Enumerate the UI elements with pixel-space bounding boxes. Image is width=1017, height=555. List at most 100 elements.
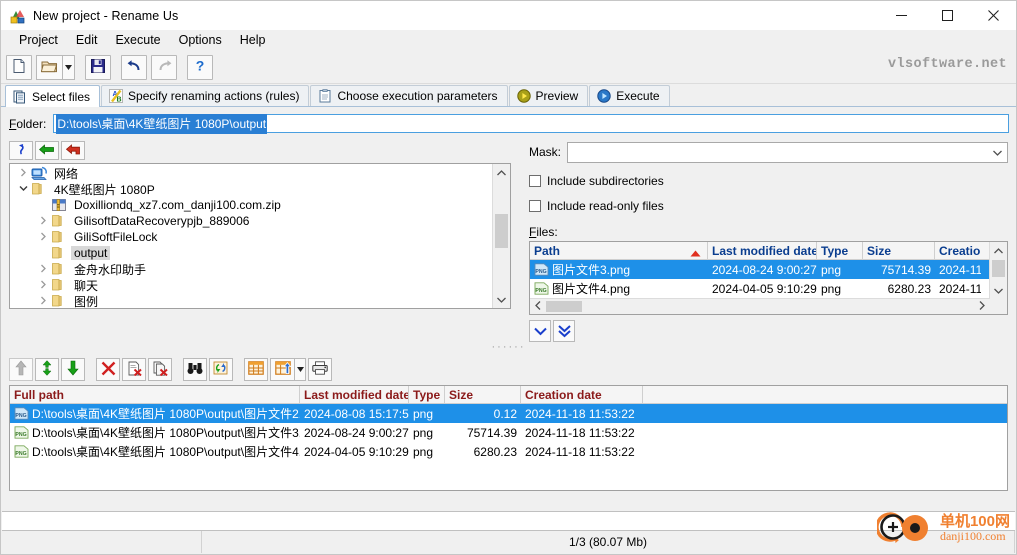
main-column-type[interactable]: Type xyxy=(409,386,445,403)
tab-execution-parameters[interactable]: Choose execution parameters xyxy=(310,85,508,106)
tree-scroll-up-arrow[interactable] xyxy=(493,164,510,181)
remove-file-button[interactable] xyxy=(122,358,146,381)
files-row[interactable]: PNG 图片文件4.png 2024-04-05 9:10:29 png 6280.23… xyxy=(530,279,1007,298)
open-project-button[interactable] xyxy=(36,54,62,80)
main-column-fullpath[interactable]: Full path xyxy=(10,386,300,403)
status-left xyxy=(2,531,202,553)
files-column-type[interactable]: Type xyxy=(817,242,863,259)
add-all-button[interactable] xyxy=(553,320,575,342)
execute-play-icon xyxy=(597,89,611,103)
close-button[interactable] xyxy=(970,1,1016,30)
tree-scroll-thumb[interactable] xyxy=(495,214,508,248)
new-document-icon xyxy=(11,58,27,77)
menu-item-project[interactable]: Project xyxy=(10,31,67,50)
go-forward-button[interactable] xyxy=(61,141,85,160)
include-subdirectories-checkbox[interactable] xyxy=(529,175,541,187)
main-cell-fullpath-text: D:\tools\桌面\4K壁纸图片 1080P\output\图片文件4. xyxy=(32,445,300,459)
refresh-button[interactable] xyxy=(209,358,233,381)
add-selected-button[interactable] xyxy=(529,320,551,342)
help-button[interactable]: ? xyxy=(187,54,213,80)
export-dropdown-arrow[interactable] xyxy=(294,358,306,381)
search-button[interactable] xyxy=(183,358,207,381)
print-button[interactable] xyxy=(308,358,332,381)
chevron-right-icon[interactable] xyxy=(16,168,31,179)
files-horizontal-scrollbar[interactable] xyxy=(530,298,1007,314)
files-column-created[interactable]: Creatio xyxy=(935,242,981,259)
chevron-down-icon[interactable] xyxy=(16,184,31,194)
chevron-right-icon[interactable] xyxy=(36,216,51,227)
main-cell-fullpath: PNG D:\tools\桌面\4K壁纸图片 1080P\output\图片文件4… xyxy=(10,442,300,461)
tab-execute[interactable]: Execute xyxy=(589,85,670,106)
go-back-button[interactable] xyxy=(35,141,59,160)
tab-select-files[interactable]: Select files xyxy=(5,85,101,107)
chevron-right-icon[interactable] xyxy=(36,280,51,291)
files-scroll-up-arrow[interactable] xyxy=(990,242,1007,259)
files-vertical-scrollbar[interactable] xyxy=(989,242,1007,299)
table-view-button[interactable] xyxy=(244,358,268,381)
files-row[interactable]: PNG 图片文件3.png 2024-08-24 9:00:27 png 75714.3… xyxy=(530,260,1007,279)
open-project-dropdown-arrow[interactable] xyxy=(62,54,75,80)
chevron-right-icon[interactable] xyxy=(36,264,51,275)
files-grid[interactable]: Path Last modified date Type Size Creati… xyxy=(529,241,1008,315)
files-scroll-down-arrow[interactable] xyxy=(990,282,1007,299)
main-column-size[interactable]: Size xyxy=(445,386,521,403)
main-column-created[interactable]: Creation date xyxy=(521,386,643,403)
tab-specify-rules[interactable]: A B Specify renaming actions (rules) xyxy=(101,85,310,106)
tree-item-2[interactable]: Doxilliondq_xz7.com_danji100.com.zip xyxy=(10,197,493,213)
include-readonly-checkbox[interactable] xyxy=(529,200,541,212)
redo-arrow-icon xyxy=(156,59,173,76)
menu-item-options[interactable]: Options xyxy=(170,31,231,50)
files-cell-modified: 2024-04-05 9:10:29 xyxy=(712,281,817,296)
tree-item-7[interactable]: 聊天 xyxy=(10,277,493,293)
tree-item-0[interactable]: 网络 xyxy=(10,165,493,181)
files-vscroll-thumb[interactable] xyxy=(992,260,1005,277)
main-list-row[interactable]: PNG D:\tools\桌面\4K壁纸图片 1080P\output\图片文件4… xyxy=(10,442,1007,461)
tree-item-5[interactable]: output xyxy=(10,245,493,261)
include-subdirectories-label: Include subdirectories xyxy=(547,174,664,188)
files-hscroll-thumb[interactable] xyxy=(546,301,582,312)
include-subdirectories-row[interactable]: Include subdirectories xyxy=(529,174,1008,188)
move-updown-button[interactable] xyxy=(35,358,59,381)
main-list-rows: PNG D:\tools\桌面\4K壁纸图片 1080P\output\图片文件2… xyxy=(10,404,1007,461)
tree-item-4[interactable]: GiliSoftFileLock xyxy=(10,229,493,245)
menu-item-execute[interactable]: Execute xyxy=(106,31,169,50)
main-column-modified[interactable]: Last modified date xyxy=(300,386,409,403)
files-scroll-left-arrow[interactable] xyxy=(530,301,545,312)
tree-item-8[interactable]: 图例 xyxy=(10,293,493,308)
mask-combobox[interactable] xyxy=(567,142,1008,163)
move-down-button[interactable] xyxy=(61,358,85,381)
folder-tree[interactable]: 网络 4K壁纸图片 1080P Doxilliondq_xz7.com_danji1… xyxy=(9,163,511,309)
tree-item-1[interactable]: 4K壁纸图片 1080P xyxy=(10,181,493,197)
remove-files-button[interactable] xyxy=(148,358,172,381)
chevron-right-icon[interactable] xyxy=(36,232,51,243)
tree-vertical-scrollbar[interactable] xyxy=(492,164,510,308)
tree-scroll-down-arrow[interactable] xyxy=(493,291,510,308)
export-button[interactable] xyxy=(270,358,294,381)
tree-item-3[interactable]: GilisoftDataRecoverypjb_889006 xyxy=(10,213,493,229)
menu-item-edit[interactable]: Edit xyxy=(67,31,107,50)
maximize-button[interactable] xyxy=(924,1,970,30)
main-list-row[interactable]: PNG D:\tools\桌面\4K壁纸图片 1080P\output\图片文件3… xyxy=(10,423,1007,442)
chevron-right-icon[interactable] xyxy=(36,296,51,307)
minimize-button[interactable] xyxy=(878,1,924,30)
remove-all-button[interactable] xyxy=(96,358,120,381)
save-project-button[interactable] xyxy=(85,54,111,80)
pane-splitter-handle[interactable]: ······ xyxy=(1,342,1016,354)
main-list-row[interactable]: PNG D:\tools\桌面\4K壁纸图片 1080P\output\图片文件2… xyxy=(10,404,1007,423)
tree-item-label: GiliSoftFileLock xyxy=(74,230,158,244)
files-column-path[interactable]: Path xyxy=(530,242,708,259)
folder-input[interactable]: D:\tools\桌面\4K壁纸图片 1080P\output xyxy=(53,113,1009,134)
main-file-list[interactable]: Full path Last modified date Type Size C… xyxy=(9,385,1008,491)
go-up-button[interactable] xyxy=(9,141,33,160)
main-cell-fullpath: PNG D:\tools\桌面\4K壁纸图片 1080P\output\图片文件3… xyxy=(10,423,300,442)
new-project-button[interactable] xyxy=(6,54,32,80)
panes-container: 网络 4K壁纸图片 1080P Doxilliondq_xz7.com_danji1… xyxy=(1,137,1016,342)
files-column-size[interactable]: Size xyxy=(863,242,935,259)
tree-item-6[interactable]: 金舟水印助手 xyxy=(10,261,493,277)
menu-item-help[interactable]: Help xyxy=(231,31,275,50)
files-scroll-right-arrow[interactable] xyxy=(974,301,989,312)
files-column-modified[interactable]: Last modified date xyxy=(708,242,817,259)
undo-button[interactable] xyxy=(121,54,147,80)
tab-preview[interactable]: Preview xyxy=(508,85,589,106)
include-readonly-row[interactable]: Include read-only files xyxy=(529,199,1008,213)
